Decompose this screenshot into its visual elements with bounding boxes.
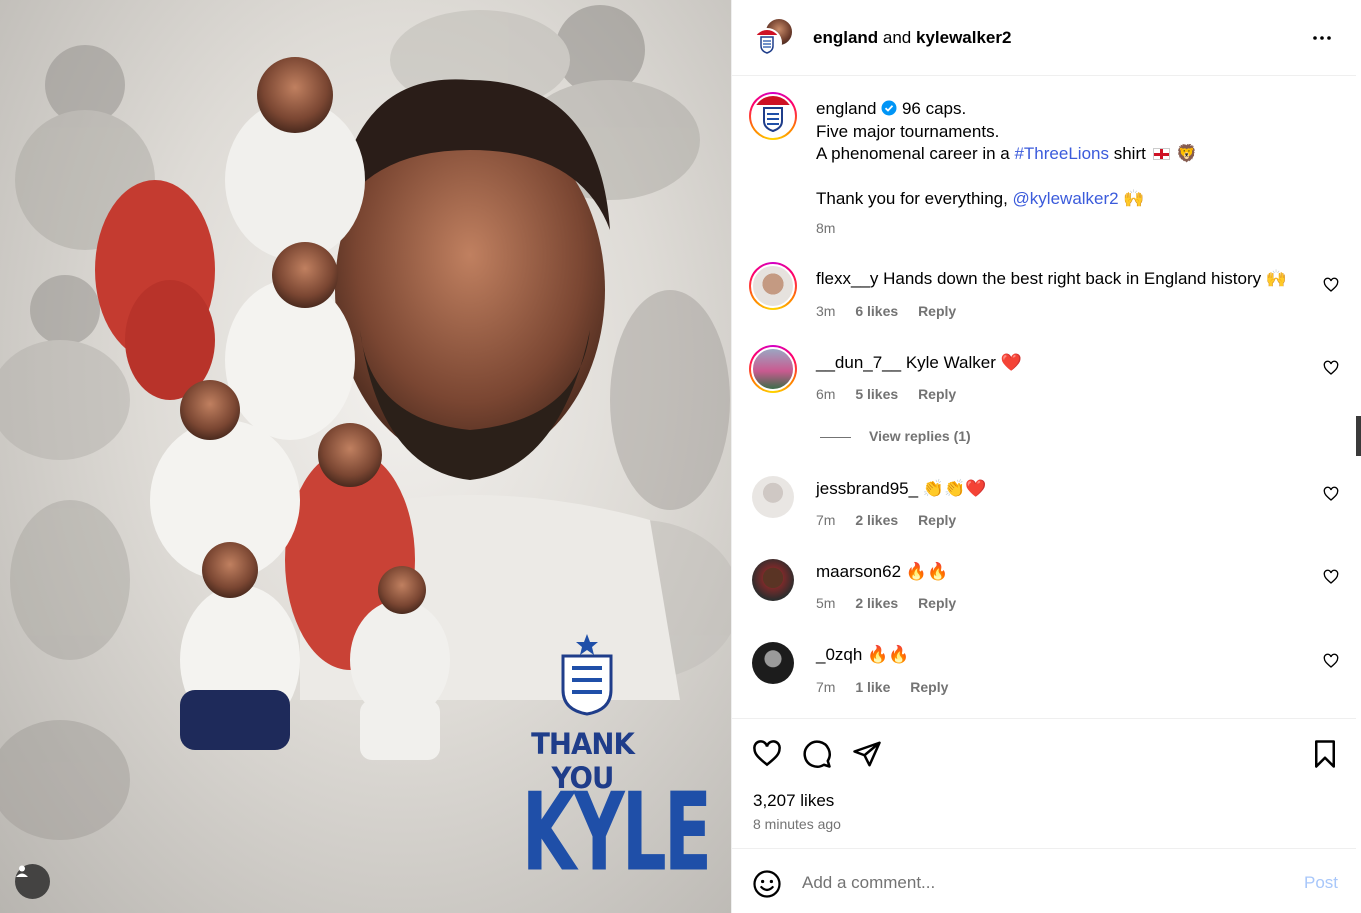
send-icon[interactable] <box>852 739 882 769</box>
caption-line-3-post: shirt <box>1108 144 1146 163</box>
comment-body: 🔥🔥 <box>901 562 949 581</box>
comment-username[interactable]: _0zqh <box>816 645 862 664</box>
comment-reply-button[interactable]: Reply <box>918 303 956 319</box>
comment-body: 🔥🔥 <box>862 645 910 664</box>
comment-like-heart-icon[interactable] <box>1323 569 1339 585</box>
post-header: england and kylewalker2 <box>732 0 1357 76</box>
comment-time: 3m <box>816 303 836 319</box>
comment-icon[interactable] <box>802 739 832 769</box>
comment-username[interactable]: flexx__y <box>816 269 878 288</box>
verified-badge-icon <box>881 100 897 116</box>
tagged-users-button[interactable] <box>15 864 50 899</box>
comment-reply-button[interactable]: Reply <box>918 512 956 528</box>
comment-username[interactable]: jessbrand95_ <box>816 479 918 498</box>
comment-reply-button[interactable]: Reply <box>918 386 956 402</box>
author-link-kylewalker2[interactable]: kylewalker2 <box>916 28 1011 47</box>
comment-meta: 7m 1 like Reply <box>816 679 964 695</box>
add-comment-bar: Post <box>732 848 1357 913</box>
replies-divider <box>820 436 851 438</box>
comment-text-row: maarson62 🔥🔥 <box>816 561 948 584</box>
comment-body: Hands down the best right back in Englan… <box>878 269 1287 288</box>
scrollbar-thumb[interactable] <box>1356 416 1361 456</box>
hashtag-link[interactable]: #ThreeLions <box>1014 144 1109 163</box>
comment-likes[interactable]: 6 likes <box>855 303 898 319</box>
comment-like-heart-icon[interactable] <box>1323 277 1339 293</box>
comment-text-row: __dun_7__ Kyle Walker ❤️ <box>816 352 1022 375</box>
post-time-ago: 8 minutes ago <box>753 816 841 832</box>
comment-avatar[interactable] <box>752 476 794 518</box>
author-conjunction: and <box>878 28 916 47</box>
england-flag-icon <box>1152 148 1170 160</box>
comment-avatar[interactable] <box>752 559 794 601</box>
view-replies-button[interactable]: View replies (1) <box>820 428 971 444</box>
comment-avatar[interactable] <box>749 262 797 310</box>
comment-text-row: _0zqh 🔥🔥 <box>816 644 909 667</box>
more-horizontal-icon[interactable] <box>1310 26 1334 50</box>
comment-likes[interactable]: 5 likes <box>855 386 898 402</box>
raised-hands-emoji: 🙌 <box>1123 189 1145 208</box>
comment-meta: 6m 5 likes Reply <box>816 386 972 402</box>
caption-avatar-england[interactable] <box>749 92 797 140</box>
comment-time: 5m <box>816 595 836 611</box>
post-comment-button[interactable]: Post <box>1304 873 1338 893</box>
heart-icon[interactable] <box>752 739 782 769</box>
caption-meta: 8m <box>816 220 851 236</box>
comment-username[interactable]: __dun_7__ <box>816 353 901 372</box>
comment-text-row: flexx__y Hands down the best right back … <box>816 268 1287 291</box>
likes-count[interactable]: 3,207 likes <box>753 791 834 811</box>
caption-line-3-pre: A phenomenal career in a <box>816 144 1015 163</box>
post-caption: england 96 caps. Five major tournaments.… <box>816 98 1197 211</box>
scrollbar-track[interactable] <box>1356 0 1361 913</box>
comment-text-row: jessbrand95_ 👏👏❤️ <box>816 478 986 501</box>
comment-likes[interactable]: 1 like <box>855 679 890 695</box>
collab-avatars[interactable] <box>752 17 794 59</box>
caption-time: 8m <box>816 220 836 236</box>
user-icon <box>16 865 28 877</box>
view-replies-label: View replies (1) <box>869 428 971 444</box>
comment-meta: 5m 2 likes Reply <box>816 595 972 611</box>
mention-link[interactable]: @kylewalker2 <box>1013 189 1119 208</box>
add-comment-input[interactable] <box>802 871 1262 895</box>
comment-like-heart-icon[interactable] <box>1323 486 1339 502</box>
caption-line-2: Five major tournaments. <box>816 121 1000 141</box>
comment-body: Kyle Walker ❤️ <box>901 353 1022 372</box>
comment-like-heart-icon[interactable] <box>1323 360 1339 376</box>
post-image[interactable]: THANK YOU KYLE <box>0 0 731 913</box>
emoji-icon[interactable] <box>752 869 782 899</box>
post-side-panel: england and kylewalker2 england 96 caps. <box>731 0 1357 913</box>
post-authors: england and kylewalker2 <box>813 28 1011 48</box>
avatar-england[interactable] <box>752 28 782 58</box>
lion-emoji: 🦁 <box>1176 144 1198 163</box>
caption-username[interactable]: england <box>816 99 877 118</box>
caption-line-1: 96 caps. <box>897 99 967 118</box>
comment-meta: 7m 2 likes Reply <box>816 512 972 528</box>
comment-like-heart-icon[interactable] <box>1323 653 1339 669</box>
comment-reply-button[interactable]: Reply <box>918 595 956 611</box>
comment-meta: 3m 6 likes Reply <box>816 303 972 319</box>
comment-time: 7m <box>816 679 836 695</box>
author-link-england[interactable]: england <box>813 28 878 47</box>
comment-time: 7m <box>816 512 836 528</box>
comment-username[interactable]: maarson62 <box>816 562 901 581</box>
player-name-text: KYLE <box>521 770 712 896</box>
caption-line-4-pre: Thank you for everything, <box>816 189 1013 208</box>
comment-likes[interactable]: 2 likes <box>855 512 898 528</box>
comment-time: 6m <box>816 386 836 402</box>
comment-reply-button[interactable]: Reply <box>910 679 948 695</box>
comment-avatar[interactable] <box>749 345 797 393</box>
bookmark-icon[interactable] <box>1310 739 1340 769</box>
post-actions: 3,207 likes 8 minutes ago <box>732 718 1357 848</box>
comment-body: 👏👏❤️ <box>918 479 987 498</box>
comment-avatar[interactable] <box>752 642 794 684</box>
comment-likes[interactable]: 2 likes <box>855 595 898 611</box>
